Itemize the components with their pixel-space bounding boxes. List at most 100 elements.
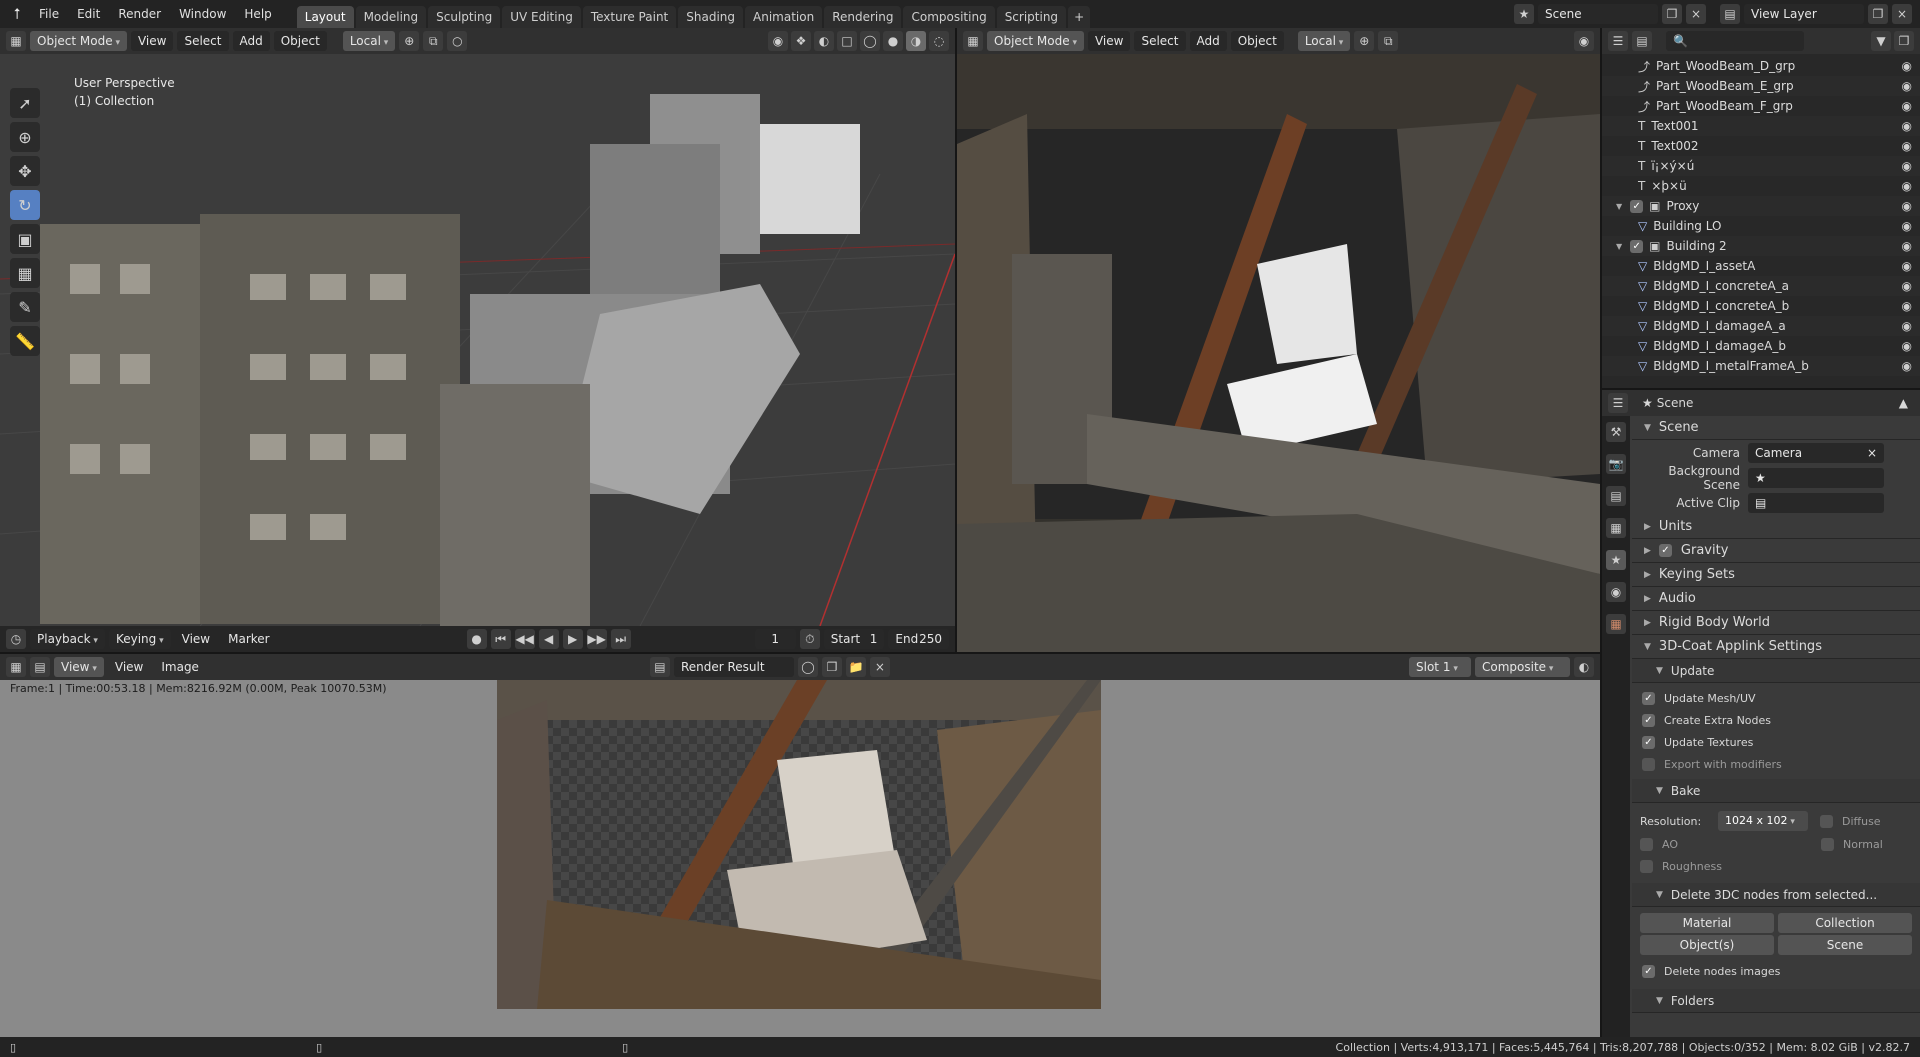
keying-menu[interactable]: Keying bbox=[108, 629, 171, 649]
solid-shading-icon[interactable]: ● bbox=[883, 31, 903, 51]
image-browse-icon[interactable]: ▤ bbox=[649, 657, 670, 677]
close-scene-icon[interactable]: × bbox=[1686, 4, 1706, 24]
tab-modeling[interactable]: Modeling bbox=[355, 6, 427, 28]
view-layer-icon[interactable]: ▤ bbox=[1720, 4, 1740, 24]
tab-compositing[interactable]: Compositing bbox=[903, 6, 995, 28]
visibility-eye-icon[interactable]: ◉ bbox=[1902, 159, 1912, 173]
keying-sets-panel-header[interactable]: ▶ Keying Sets bbox=[1632, 563, 1920, 587]
clear-camera-icon[interactable]: × bbox=[1867, 443, 1877, 463]
snap-icon[interactable]: ⧉ bbox=[1378, 31, 1399, 51]
marker-menu[interactable]: Marker bbox=[221, 629, 276, 649]
menu-edit[interactable]: Edit bbox=[68, 0, 109, 28]
close-view-layer-icon[interactable]: × bbox=[1892, 4, 1912, 24]
menu-window[interactable]: Window bbox=[170, 0, 235, 28]
rotate-tool-icon[interactable]: ↻ bbox=[10, 190, 40, 220]
pivot-icon[interactable]: ⊕ bbox=[1354, 31, 1375, 51]
gizmo-icon[interactable]: ❖ bbox=[791, 31, 811, 51]
collection-checkbox[interactable]: ✓ bbox=[1630, 239, 1644, 253]
objects-button[interactable]: Object(s) bbox=[1640, 935, 1774, 955]
playback-menu[interactable]: Playback bbox=[30, 629, 105, 649]
tab-shading[interactable]: Shading bbox=[678, 6, 743, 28]
timeline-editor-icon[interactable]: ◷ bbox=[6, 629, 26, 649]
cursor-tool-icon[interactable]: ⊕ bbox=[10, 122, 40, 152]
scale-tool-icon[interactable]: ▣ bbox=[10, 224, 40, 254]
right-viewport-canvas[interactable] bbox=[957, 54, 1600, 652]
scene-selector[interactable]: Scene bbox=[1538, 4, 1658, 24]
outliner-item[interactable]: ▼ ✓ ▣ Proxy ◉ bbox=[1602, 196, 1920, 216]
scene-icon[interactable]: ★ bbox=[1514, 4, 1534, 24]
visibility-eye-icon[interactable]: ◉ bbox=[1902, 99, 1912, 113]
outliner-item[interactable]: ▽ BldgMD_I_damageA_a ◉ bbox=[1602, 316, 1920, 336]
collection-checkbox[interactable]: ✓ bbox=[1630, 199, 1644, 213]
world-tab-icon[interactable]: ◉ bbox=[1606, 582, 1626, 602]
visibility-eye-icon[interactable]: ◉ bbox=[1902, 259, 1912, 273]
image-editor-type-icon[interactable]: ▦ bbox=[6, 657, 26, 677]
tool-tab-icon[interactable]: ⚒ bbox=[1606, 422, 1626, 442]
scene-panel-header[interactable]: ▼ Scene bbox=[1632, 416, 1920, 440]
tab-scripting[interactable]: Scripting bbox=[996, 6, 1067, 28]
outliner-item[interactable]: ▽ BldgMD_I_assetA ◉ bbox=[1602, 256, 1920, 276]
add-menu[interactable]: Add bbox=[1189, 31, 1227, 51]
collection-button[interactable]: Collection bbox=[1778, 913, 1912, 933]
update-option-checkbox[interactable] bbox=[1642, 757, 1655, 771]
overlay-icon[interactable]: ◐ bbox=[814, 31, 834, 51]
outliner-item[interactable]: ▽ BldgMD_I_damageA_b ◉ bbox=[1602, 336, 1920, 356]
jump-end-icon[interactable]: ⏭ bbox=[610, 629, 631, 649]
outliner-item[interactable]: ▽ BldgMD_I_concreteA_a ◉ bbox=[1602, 276, 1920, 296]
stopwatch-icon[interactable]: ⏱ bbox=[799, 629, 820, 649]
active-clip-field[interactable]: ▤ bbox=[1748, 492, 1884, 513]
visibility-icon[interactable]: ◉ bbox=[768, 31, 788, 51]
output-tab-icon[interactable]: ▤ bbox=[1606, 486, 1626, 506]
left-viewport-canvas[interactable]: User Perspective (1) Collection ➚ ⊕ ✥ ↻ … bbox=[0, 54, 955, 626]
outliner-item[interactable]: Τ Text002 ◉ bbox=[1602, 136, 1920, 156]
fake-user-icon[interactable]: ◯ bbox=[797, 657, 818, 677]
outliner-item[interactable]: ▽ BldgMD_I_metalFrameA_b ◉ bbox=[1602, 356, 1920, 376]
camera-field[interactable]: Camera × bbox=[1748, 442, 1884, 463]
visibility-eye-icon[interactable]: ◉ bbox=[1902, 199, 1912, 213]
tab-uv-editing[interactable]: UV Editing bbox=[502, 6, 581, 28]
display-channels-icon[interactable]: ◐ bbox=[1574, 657, 1594, 677]
current-frame-field[interactable]: 1 bbox=[754, 629, 796, 649]
image-menu[interactable]: Image bbox=[154, 657, 206, 677]
copy-view-layer-icon[interactable]: ❐ bbox=[1868, 4, 1888, 24]
tab-texture-paint[interactable]: Texture Paint bbox=[582, 6, 677, 28]
texture-tab-icon[interactable]: ▦ bbox=[1606, 614, 1626, 634]
view-layer-tab-icon[interactable]: ▦ bbox=[1606, 518, 1626, 538]
slot-dropdown[interactable]: Slot 1 bbox=[1409, 657, 1471, 677]
tab-animation[interactable]: Animation bbox=[745, 6, 823, 28]
delete-nodes-subpanel-header[interactable]: ▼ Delete 3DC nodes from selected... bbox=[1632, 883, 1920, 907]
audio-panel-header[interactable]: ▶ Audio bbox=[1632, 587, 1920, 611]
copy-scene-icon[interactable]: ❐ bbox=[1662, 4, 1682, 24]
roughness-checkbox[interactable] bbox=[1640, 859, 1653, 873]
add-workspace-icon[interactable]: + bbox=[1068, 6, 1091, 28]
visibility-eye-icon[interactable]: ◉ bbox=[1902, 179, 1912, 193]
visibility-eye-icon[interactable]: ◉ bbox=[1902, 239, 1912, 253]
outliner-item[interactable]: ⤴ Part_WoodBeam_D_grp ◉ bbox=[1602, 56, 1920, 76]
visibility-eye-icon[interactable]: ◉ bbox=[1902, 359, 1912, 373]
outliner-item[interactable]: ▼ ✓ ▣ Building 2 ◉ bbox=[1602, 236, 1920, 256]
image-view-mode-icon[interactable]: ▤ bbox=[30, 657, 50, 677]
update-subpanel-header[interactable]: ▼ Update bbox=[1632, 659, 1920, 683]
tab-layout[interactable]: Layout bbox=[296, 6, 354, 28]
outliner-item[interactable]: ▽ Building LO ◉ bbox=[1602, 216, 1920, 236]
update-option-checkbox[interactable]: ✓ bbox=[1642, 735, 1655, 749]
record-icon[interactable]: ● bbox=[466, 629, 487, 649]
units-panel-header[interactable]: ▶ Units bbox=[1632, 515, 1920, 539]
visibility-eye-icon[interactable]: ◉ bbox=[1902, 79, 1912, 93]
outliner-item[interactable]: ⤴ Part_WoodBeam_E_grp ◉ bbox=[1602, 76, 1920, 96]
timeline-view-menu[interactable]: View bbox=[175, 629, 217, 649]
gravity-checkbox[interactable]: ✓ bbox=[1658, 544, 1672, 557]
background-scene-field[interactable]: ★ bbox=[1748, 467, 1884, 488]
visibility-eye-icon[interactable]: ◉ bbox=[1902, 279, 1912, 293]
jump-start-icon[interactable]: ⏮ bbox=[490, 629, 511, 649]
play-icon[interactable]: ▶ bbox=[562, 629, 583, 649]
outliner-item[interactable]: Τ Text001 ◉ bbox=[1602, 116, 1920, 136]
scene-button[interactable]: Scene bbox=[1778, 935, 1912, 955]
tab-sculpting[interactable]: Sculpting bbox=[428, 6, 501, 28]
next-keyframe-icon[interactable]: ▶▶ bbox=[586, 629, 607, 649]
expand-icon[interactable]: ▼ bbox=[1616, 202, 1622, 211]
outliner-search-input[interactable]: 🔍 bbox=[1666, 31, 1804, 51]
display-mode-icon[interactable]: ▤ bbox=[1632, 31, 1652, 51]
applink-panel-header[interactable]: ▼ 3D-Coat Applink Settings bbox=[1632, 635, 1920, 659]
image-name-field[interactable]: Render Result bbox=[673, 657, 794, 677]
